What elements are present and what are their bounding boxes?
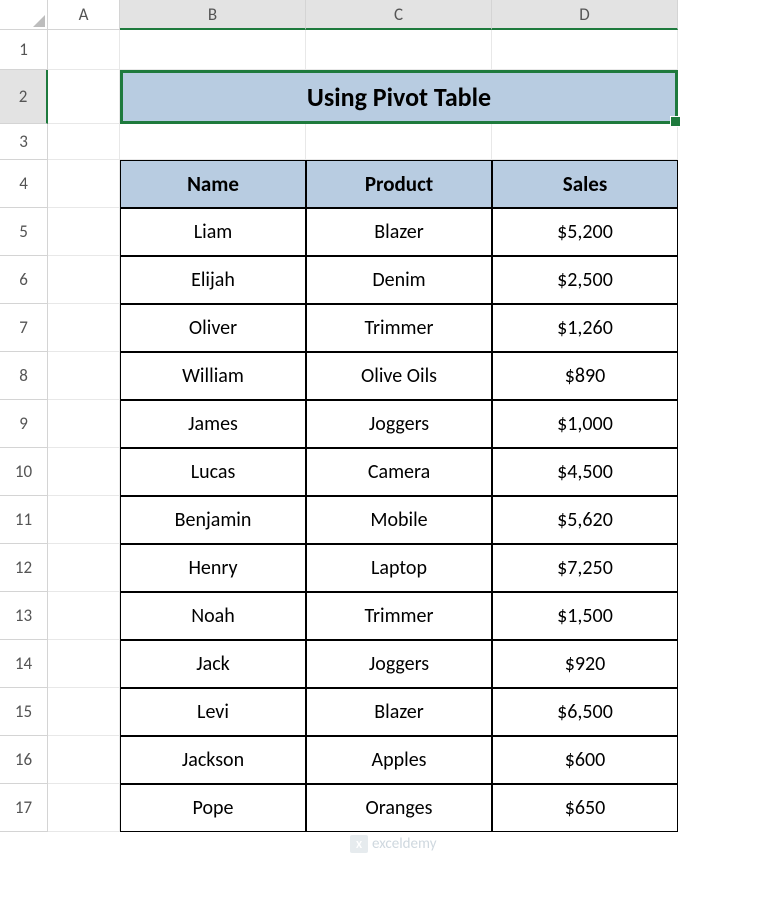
table-row[interactable]: Jackson: [120, 736, 306, 784]
table-row[interactable]: $600: [492, 736, 678, 784]
row-header-6[interactable]: 6: [0, 256, 48, 304]
table-row[interactable]: Henry: [120, 544, 306, 592]
table-row[interactable]: Joggers: [306, 640, 492, 688]
table-row[interactable]: Jack: [120, 640, 306, 688]
cell-D3[interactable]: [492, 124, 678, 160]
table-row[interactable]: $5,200: [492, 208, 678, 256]
table-row[interactable]: $1,260: [492, 304, 678, 352]
cell-A8[interactable]: [48, 352, 120, 400]
cell-A11[interactable]: [48, 496, 120, 544]
cell-C1[interactable]: [306, 30, 492, 70]
cell-A12[interactable]: [48, 544, 120, 592]
table-row[interactable]: Denim: [306, 256, 492, 304]
excel-icon: X: [350, 835, 368, 853]
table-row[interactable]: $4,500: [492, 448, 678, 496]
table-row[interactable]: James: [120, 400, 306, 448]
table-row[interactable]: Laptop: [306, 544, 492, 592]
cell-A3[interactable]: [48, 124, 120, 160]
table-row[interactable]: $890: [492, 352, 678, 400]
watermark-text: exceldemy: [372, 835, 436, 853]
table-row[interactable]: Joggers: [306, 400, 492, 448]
table-row[interactable]: Trimmer: [306, 592, 492, 640]
cell-A7[interactable]: [48, 304, 120, 352]
table-row[interactable]: Pope: [120, 784, 306, 832]
cell-A1[interactable]: [48, 30, 120, 70]
col-header-C[interactable]: C: [306, 0, 492, 30]
table-row[interactable]: $5,620: [492, 496, 678, 544]
table-row[interactable]: Mobile: [306, 496, 492, 544]
table-row[interactable]: $650: [492, 784, 678, 832]
row-header-15[interactable]: 15: [0, 688, 48, 736]
table-row[interactable]: Camera: [306, 448, 492, 496]
svg-text:X: X: [356, 838, 363, 851]
col-header-A[interactable]: A: [48, 0, 120, 30]
table-row[interactable]: $1,500: [492, 592, 678, 640]
cell-A15[interactable]: [48, 688, 120, 736]
table-row[interactable]: $920: [492, 640, 678, 688]
row-header-11[interactable]: 11: [0, 496, 48, 544]
cell-A16[interactable]: [48, 736, 120, 784]
cell-A17[interactable]: [48, 784, 120, 832]
cell-A14[interactable]: [48, 640, 120, 688]
row-header-9[interactable]: 9: [0, 400, 48, 448]
row-header-17[interactable]: 17: [0, 784, 48, 832]
table-row[interactable]: $6,500: [492, 688, 678, 736]
table-row[interactable]: $7,250: [492, 544, 678, 592]
col-header-D[interactable]: D: [492, 0, 678, 30]
table-row[interactable]: Elijah: [120, 256, 306, 304]
table-header-sales[interactable]: Sales: [492, 160, 678, 208]
table-row[interactable]: William: [120, 352, 306, 400]
row-header-4[interactable]: 4: [0, 160, 48, 208]
table-row[interactable]: $2,500: [492, 256, 678, 304]
row-header-8[interactable]: 8: [0, 352, 48, 400]
row-header-7[interactable]: 7: [0, 304, 48, 352]
row-header-14[interactable]: 14: [0, 640, 48, 688]
table-row[interactable]: Blazer: [306, 208, 492, 256]
table-row[interactable]: Liam: [120, 208, 306, 256]
row-header-5[interactable]: 5: [0, 208, 48, 256]
table-row[interactable]: Oranges: [306, 784, 492, 832]
row-header-16[interactable]: 16: [0, 736, 48, 784]
row-header-1[interactable]: 1: [0, 30, 48, 70]
table-header-name[interactable]: Name: [120, 160, 306, 208]
cell-B1[interactable]: [120, 30, 306, 70]
table-header-product[interactable]: Product: [306, 160, 492, 208]
cell-C3[interactable]: [306, 124, 492, 160]
table-row[interactable]: $1,000: [492, 400, 678, 448]
table-row[interactable]: Olive Oils: [306, 352, 492, 400]
col-header-B[interactable]: B: [120, 0, 306, 30]
spreadsheet-grid: A B C D 1 2 Using Pivot Table 3 4 Name P…: [0, 0, 767, 832]
title-cell[interactable]: Using Pivot Table: [120, 70, 678, 124]
table-row[interactable]: Trimmer: [306, 304, 492, 352]
table-row[interactable]: Levi: [120, 688, 306, 736]
table-row[interactable]: Noah: [120, 592, 306, 640]
cell-A13[interactable]: [48, 592, 120, 640]
table-row[interactable]: Benjamin: [120, 496, 306, 544]
row-header-13[interactable]: 13: [0, 592, 48, 640]
cell-A5[interactable]: [48, 208, 120, 256]
cell-B3[interactable]: [120, 124, 306, 160]
table-row[interactable]: Blazer: [306, 688, 492, 736]
row-header-10[interactable]: 10: [0, 448, 48, 496]
row-header-12[interactable]: 12: [0, 544, 48, 592]
cell-A4[interactable]: [48, 160, 120, 208]
row-header-2[interactable]: 2: [0, 70, 48, 124]
cell-A2[interactable]: [48, 70, 120, 124]
table-row[interactable]: Lucas: [120, 448, 306, 496]
cell-A6[interactable]: [48, 256, 120, 304]
table-row[interactable]: Apples: [306, 736, 492, 784]
cell-A9[interactable]: [48, 400, 120, 448]
watermark: X exceldemy: [350, 835, 436, 853]
cell-D1[interactable]: [492, 30, 678, 70]
table-row[interactable]: Oliver: [120, 304, 306, 352]
row-header-3[interactable]: 3: [0, 124, 48, 160]
cell-A10[interactable]: [48, 448, 120, 496]
select-all-corner[interactable]: [0, 0, 48, 30]
